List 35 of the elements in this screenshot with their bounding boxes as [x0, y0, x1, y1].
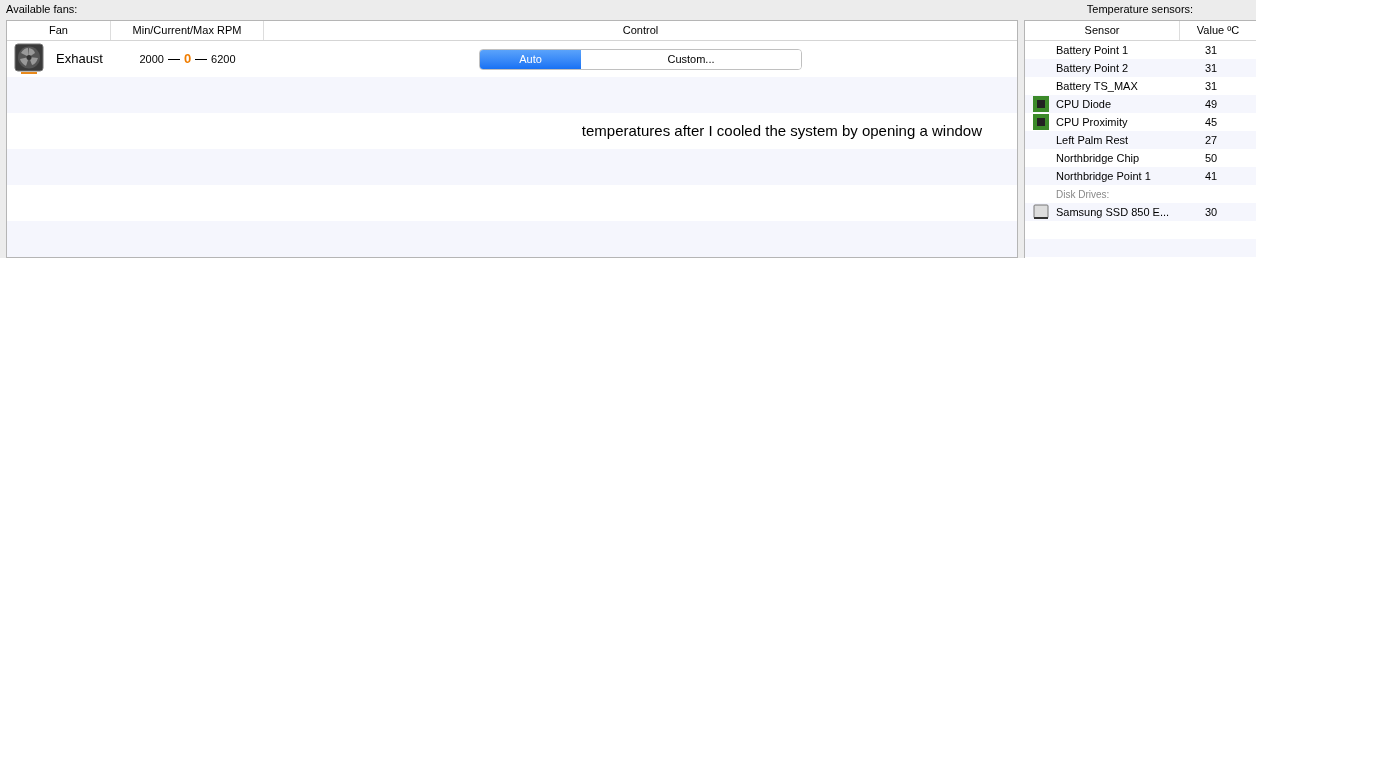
annotation-text: temperatures after I cooled the system by opening a window — [581, 120, 982, 141]
sensor-value: 30 — [1203, 204, 1219, 220]
column-header[interactable]: Sensor — [1025, 21, 1180, 40]
chip-icon — [1032, 96, 1049, 112]
panel-title: Temperature sensors: — [1085, 2, 1195, 17]
sensor-value: 31 — [1203, 42, 1219, 58]
group-label: Disk Drives: — [1056, 187, 1110, 202]
max-rpm: 6200 — [211, 51, 236, 67]
sensor-value: 45 — [1203, 114, 1219, 130]
fan-icon — [14, 43, 44, 75]
sensor-value: 50 — [1203, 150, 1219, 166]
column-header[interactable]: Fan — [7, 21, 111, 40]
sensor-name: Northbridge Point 1 — [1056, 168, 1152, 184]
column-header[interactable]: Control — [264, 21, 1017, 40]
sensor-name: CPU Proximity — [1056, 114, 1129, 130]
sensor-name: Left Palm Rest — [1056, 132, 1130, 148]
column-header[interactable]: Min/Current/Max RPM — [111, 21, 264, 40]
sensor-value: 49 — [1203, 96, 1219, 112]
sensor-name: Battery TS_MAX — [1056, 78, 1139, 94]
fan-name: Exhaust — [56, 50, 103, 69]
chip-icon — [1032, 114, 1049, 130]
sensor-value: 31 — [1203, 60, 1219, 76]
sensor-value: 41 — [1203, 168, 1219, 184]
sensor-name: Battery Point 2 — [1056, 60, 1130, 76]
sensor-value: 27 — [1203, 132, 1219, 148]
column-header[interactable]: Value ºC — [1180, 21, 1256, 40]
min-rpm: 2000 — [139, 51, 164, 67]
current-rpm: 0 — [183, 50, 192, 69]
panel-title: Available fans: — [5, 2, 79, 17]
sensor-name: Northbridge Chip — [1056, 150, 1141, 166]
sensor-value: 31 — [1203, 78, 1219, 94]
sensor-name: CPU Diode — [1056, 96, 1113, 112]
sensor-name: Samsung SSD 850 E... — [1056, 204, 1171, 220]
disk-drive-icon — [1032, 204, 1049, 220]
sensor-name: Battery Point 1 — [1056, 42, 1130, 58]
